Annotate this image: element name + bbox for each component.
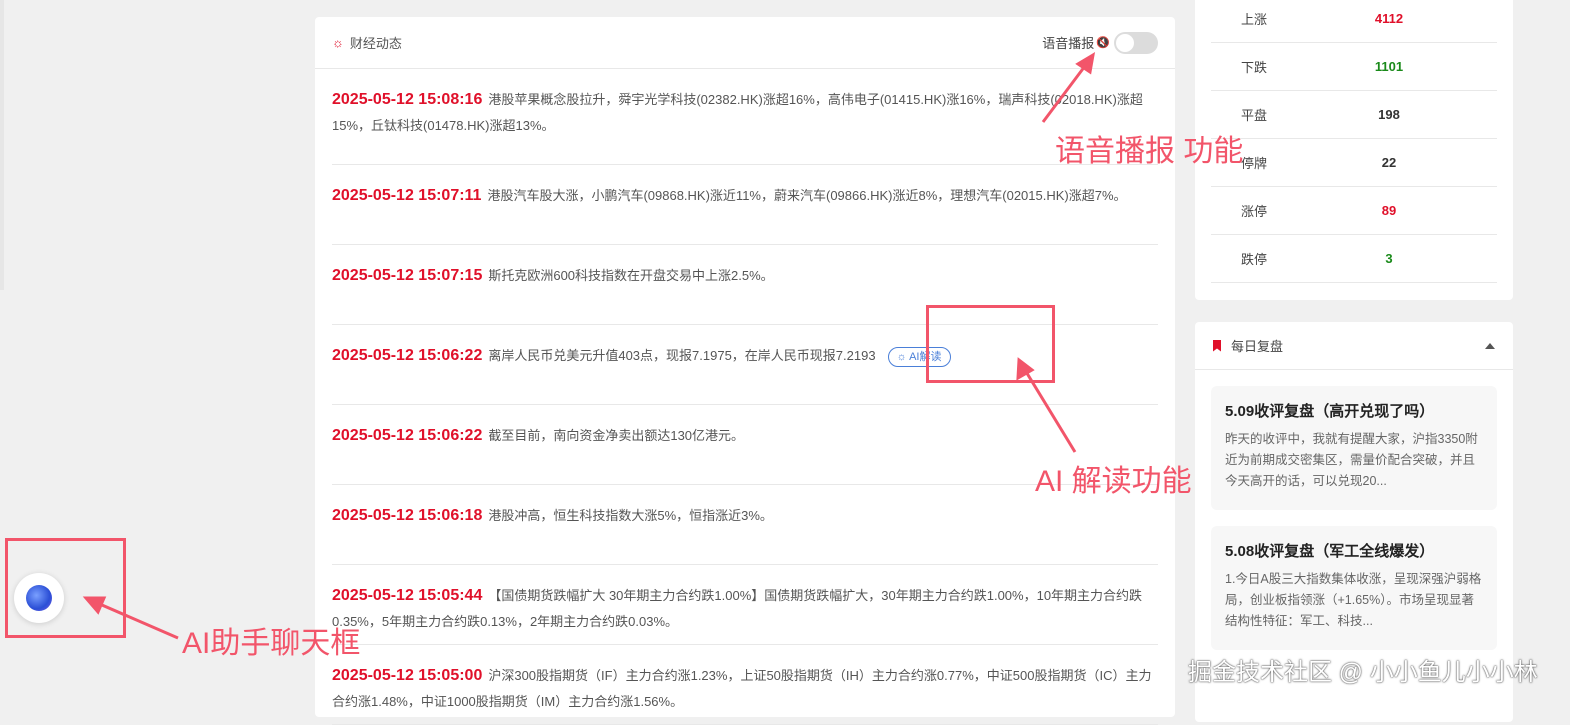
annotation-voice: 语音播报 功能 [1055, 135, 1244, 168]
annotation-arrows [82, 52, 1096, 640]
annotation-chat: AI助手聊天框 [182, 627, 361, 660]
watermark: 掘金技术社区 @ 小小鱼儿小小林 [1188, 659, 1538, 686]
annotation-ai: AI 解读功能 [1035, 465, 1192, 498]
